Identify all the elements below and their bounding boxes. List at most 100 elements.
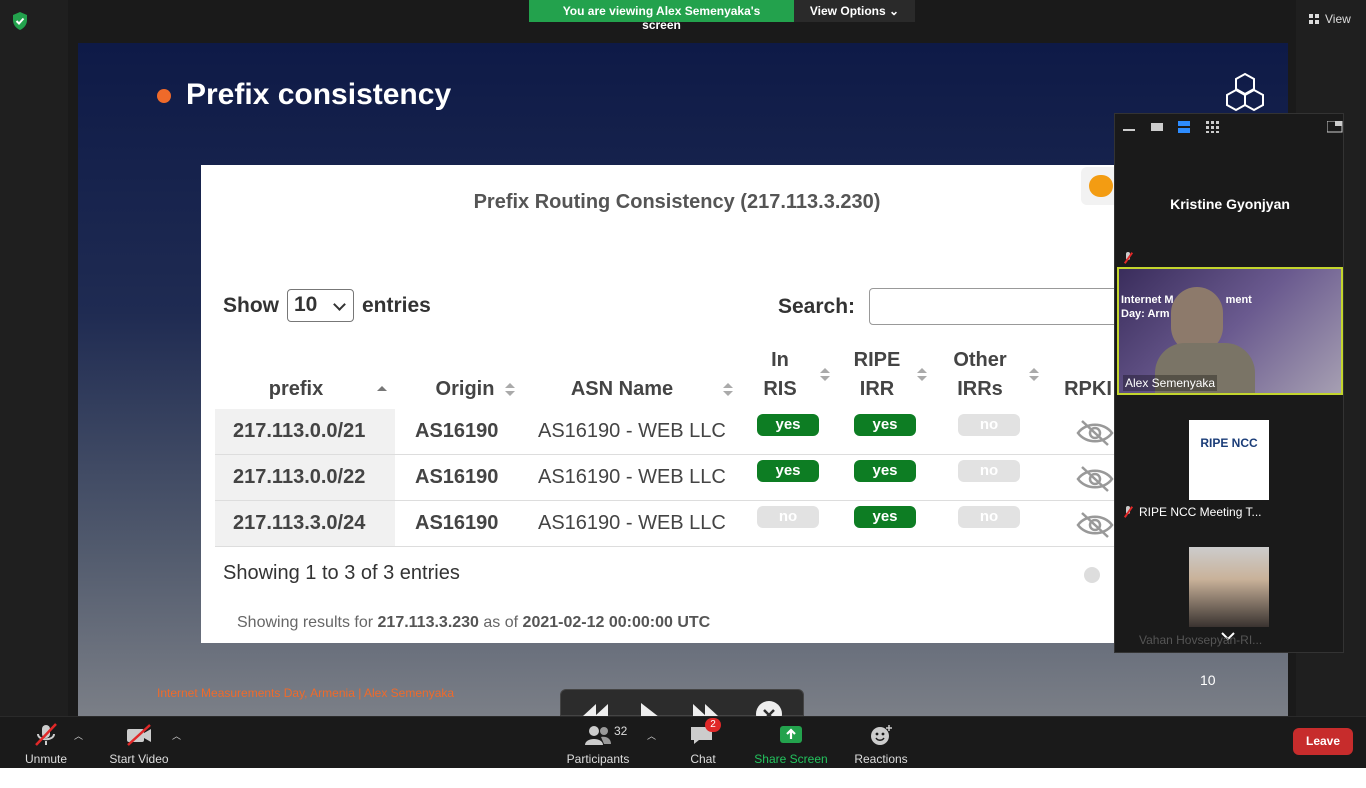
sort-icon[interactable]: [820, 368, 830, 382]
chat-badge: 2: [705, 718, 721, 732]
feedback-chat-icon[interactable]: [1081, 167, 1114, 205]
slide-title: Prefix consistency: [186, 78, 452, 111]
show-label: Show: [223, 293, 279, 317]
results-prefix: Showing results for: [237, 614, 374, 631]
badge-in-ris: yes: [757, 460, 819, 482]
video-tile-active[interactable]: Internet M ment Day: Arm Alex Semenyaka: [1117, 267, 1343, 395]
entries-length-control: Show 10 entries: [223, 289, 431, 322]
participants-caret-icon[interactable]: ︿: [647, 729, 656, 742]
col-header-rpki[interactable]: RPKI: [1063, 375, 1113, 404]
participants-count: 32: [614, 724, 628, 738]
results-date: 2021-02-12 00:00:00 UTC: [522, 614, 711, 631]
col-header-origin[interactable]: Origin: [415, 375, 515, 404]
entries-label: entries: [362, 293, 431, 317]
start-video-label: Start Video: [109, 752, 169, 766]
view-options-button[interactable]: View Options ⌄: [794, 0, 915, 22]
sort-icon[interactable]: [917, 368, 927, 382]
col-header-in-ris-line2: RIS: [763, 378, 797, 400]
chat-label: Chat: [690, 752, 716, 766]
play-icon[interactable]: [641, 703, 659, 717]
page-count: 10: [1200, 672, 1216, 688]
card-title: Prefix Routing Consistency (217.113.3.23…: [473, 191, 881, 213]
entries-select[interactable]: 10: [287, 289, 354, 322]
video-gallery-panel: Kristine Gyonjyan Internet M ment Day: Ar…: [1114, 113, 1344, 653]
search-input[interactable]: [869, 288, 1114, 325]
muted-mic-icon: [1123, 506, 1133, 518]
participants-icon: [585, 726, 611, 745]
badge-in-ris: yes: [757, 414, 819, 436]
cell-prefix: 217.113.0.0/21: [215, 409, 395, 454]
speaker-view-icon[interactable]: [1150, 121, 1165, 133]
eye-slash-icon: [1076, 512, 1114, 538]
left-strip: [0, 0, 68, 716]
cell-prefix: 217.113.0.0/22: [215, 455, 395, 500]
gallery-view-icon[interactable]: [1205, 121, 1220, 133]
col-header-other-irrs[interactable]: Other IRRs: [945, 346, 1015, 404]
cell-asn-name: AS16190 - WEB LLC: [538, 512, 726, 534]
close-icon[interactable]: [756, 701, 782, 717]
col-header-asn-name[interactable]: ASN Name: [557, 375, 687, 404]
view-label: View: [1325, 12, 1351, 26]
share-screen-button[interactable]: Share Screen: [754, 717, 828, 768]
ripe-ncc-logo-text: RIPE NCC: [1200, 436, 1258, 450]
table-info: Showing 1 to 3 of 3 entries: [223, 562, 460, 584]
sort-icon[interactable]: [723, 383, 733, 397]
video-off-icon: [127, 724, 151, 746]
pop-out-icon[interactable]: [1327, 121, 1343, 133]
cell-asn-name: AS16190 - WEB LLC: [538, 420, 726, 442]
zoom-window: You are viewing Alex Semenyaka's screen …: [0, 0, 1366, 768]
participants-label: Participants: [566, 752, 630, 766]
muted-mic-icon: [1123, 252, 1133, 264]
chevron-down-icon: ⌄: [889, 4, 900, 18]
badge-ripe-irr: yes: [854, 414, 916, 436]
video-options-caret-icon[interactable]: ︿: [172, 729, 181, 742]
sort-icon[interactable]: [505, 383, 515, 397]
leave-button[interactable]: Leave: [1293, 728, 1353, 755]
bg-text-1: Internet M: [1121, 294, 1174, 306]
col-header-other-irrs-line1: Other: [953, 349, 1007, 371]
tile-name: RIPE NCC Meeting T...: [1139, 505, 1262, 519]
col-header-ripe-irr[interactable]: RIPE IRR: [849, 346, 905, 404]
grid-view-icon: [1309, 14, 1319, 24]
audio-options-caret-icon[interactable]: ︿: [74, 729, 83, 742]
meeting-toolbar: Unmute ︿ Start Video ︿ 32 Participants ︿…: [0, 716, 1366, 768]
cell-prefix: 217.113.3.0/24: [215, 501, 395, 546]
participants-button[interactable]: 32 Participants: [564, 717, 632, 768]
col-header-prefix[interactable]: prefix: [261, 375, 331, 404]
reactions-button[interactable]: Reactions: [852, 717, 910, 768]
view-layout-button[interactable]: View: [1299, 8, 1359, 30]
badge-ripe-irr: yes: [854, 460, 916, 482]
col-header-in-ris[interactable]: In RIS: [755, 346, 805, 404]
active-speaker-name: Kristine Gyonjyan: [1170, 196, 1290, 212]
next-icon[interactable]: [693, 704, 719, 716]
emoji-icon: [871, 725, 892, 745]
results-mid: as of: [483, 614, 519, 631]
table-row: 217.113.0.0/21 AS16190 AS16190 - WEB LLC…: [215, 409, 1114, 455]
strip-view-icon[interactable]: [1178, 121, 1192, 133]
search-label: Search:: [778, 295, 856, 318]
sort-icon[interactable]: [1029, 368, 1039, 382]
encryption-shield-icon[interactable]: [11, 11, 29, 31]
reactions-label: Reactions: [854, 752, 908, 766]
badge-other-irrs: no: [958, 506, 1020, 528]
chat-button[interactable]: 2 Chat: [684, 717, 722, 768]
sort-asc-icon[interactable]: [377, 383, 387, 397]
share-screen-icon: [780, 726, 802, 743]
table-row: 217.113.0.0/22 AS16190 AS16190 - WEB LLC…: [215, 455, 1114, 501]
bg-text-3: Day: Arm: [1121, 308, 1170, 320]
eye-slash-icon: [1076, 466, 1114, 492]
col-header-in-ris-line1: In: [771, 349, 789, 371]
unmute-button[interactable]: Unmute: [16, 717, 76, 768]
ripe-ncc-avatar: RIPE NCC: [1189, 420, 1269, 500]
results-ip: 217.113.3.230: [377, 614, 479, 631]
cell-asn-name: AS16190 - WEB LLC: [538, 466, 726, 488]
ripe-logo-icon: [1226, 72, 1264, 112]
badge-other-irrs: no: [958, 460, 1020, 482]
screen-share-banner: You are viewing Alex Semenyaka's screen …: [529, 0, 915, 32]
start-video-button[interactable]: Start Video: [104, 717, 174, 768]
mic-muted-icon: [35, 723, 57, 746]
pagination-button[interactable]: [1084, 567, 1100, 583]
unmute-label: Unmute: [24, 752, 68, 766]
previous-icon[interactable]: [583, 704, 609, 716]
minimize-icon[interactable]: [1123, 121, 1137, 133]
